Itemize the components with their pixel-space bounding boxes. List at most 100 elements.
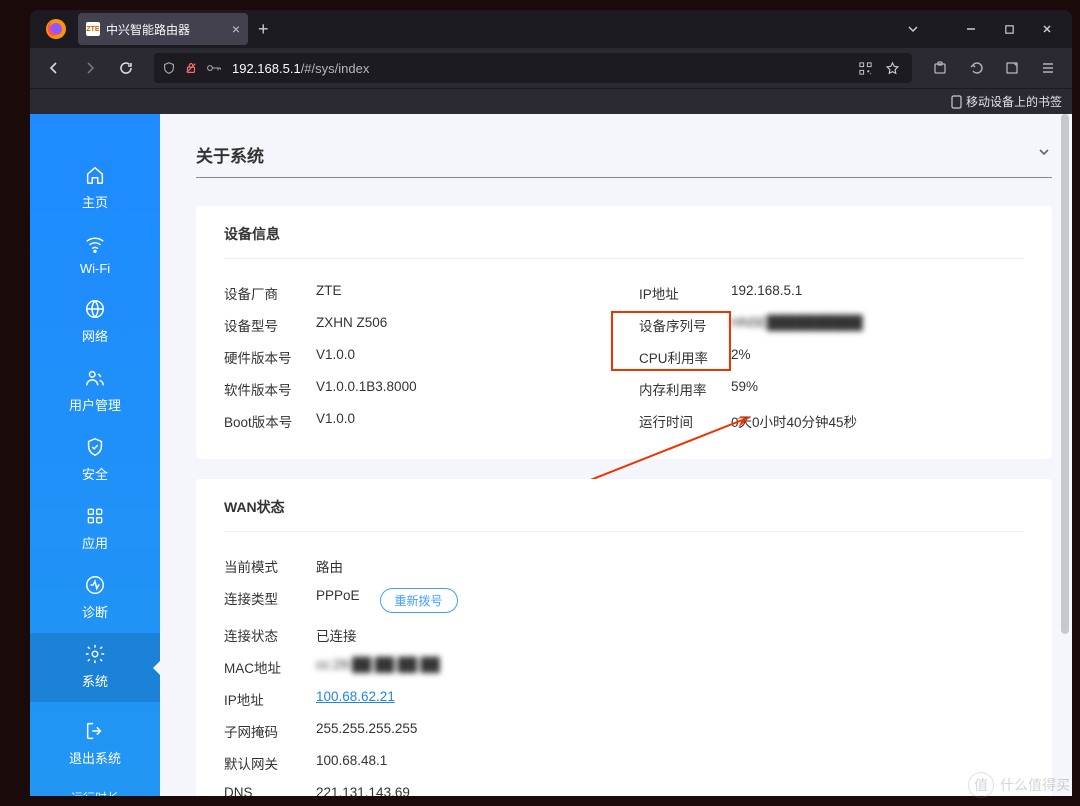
info-label: 设备序列号 [639, 315, 731, 335]
reload-button[interactable] [110, 52, 142, 84]
info-row: 当前模式路由 [224, 550, 1024, 582]
info-label: 连接类型 [224, 588, 316, 613]
bookmark-mobile[interactable]: 移动设备上的书签 [951, 93, 1062, 110]
info-row: Boot版本号V1.0.0 [224, 405, 609, 437]
info-row: 设备序列号HN5E██████████ [639, 309, 1024, 341]
bookmarks-bar: 移动设备上的书签 [30, 88, 1072, 114]
section-header[interactable]: 关于系统 [196, 142, 1052, 178]
undo-closed-tab-button[interactable] [960, 52, 992, 84]
window-close-button[interactable] [1028, 10, 1066, 48]
sidebar-item-diagnose[interactable]: 诊断 [30, 564, 160, 633]
extension-button[interactable] [924, 52, 956, 84]
info-label: 运行时间 [639, 411, 731, 431]
device-info-card: 设备信息 设备厂商ZTE设备型号ZXHN Z506硬件版本号V1.0.0软件版本… [196, 206, 1052, 459]
info-label: 当前模式 [224, 556, 316, 576]
info-value: HN5E██████████ [731, 315, 863, 335]
apps-icon [85, 505, 105, 527]
sidebar-item-users[interactable]: 用户管理 [30, 357, 160, 426]
info-row: CPU利用率2% [639, 341, 1024, 373]
window-minimize-button[interactable] [952, 10, 990, 48]
info-value: 路由 [316, 556, 343, 576]
nav-back-button[interactable] [38, 52, 70, 84]
info-row: 默认网关100.68.48.1 [224, 747, 1024, 779]
info-value: PPPoE [316, 588, 360, 613]
main-content: 关于系统 设备信息 设备厂商ZTE设备型号ZXHN Z506硬件版本号V1.0.… [160, 114, 1072, 796]
clip-button[interactable] [996, 52, 1028, 84]
info-value: 255.255.255.255 [316, 721, 417, 741]
url-bar[interactable]: 192.168.5.1/#/sys/index [154, 53, 912, 83]
tab-close-icon[interactable]: × [232, 21, 240, 37]
info-label: CPU利用率 [639, 347, 731, 367]
card-title: WAN状态 [224, 497, 1024, 532]
info-value: ZXHN Z506 [316, 315, 387, 335]
sidebar-item-home[interactable]: 主页 [30, 154, 160, 223]
key-icon[interactable] [206, 61, 222, 75]
info-row: 运行时间0天0小时40分钟45秒 [639, 405, 1024, 437]
globe-icon [84, 298, 106, 320]
toolbar: 192.168.5.1/#/sys/index [30, 48, 1072, 88]
sidebar-logout[interactable]: 退出系统 [30, 710, 160, 779]
info-row: 连接状态已连接 [224, 619, 1024, 651]
logout-icon [84, 720, 106, 742]
shield-icon[interactable] [162, 61, 176, 75]
scrollbar-thumb[interactable] [1061, 114, 1069, 634]
info-value: 192.168.5.1 [731, 283, 802, 303]
info-label: MAC地址 [224, 657, 316, 677]
info-label: DNS [224, 785, 316, 796]
lock-insecure-icon[interactable] [184, 61, 198, 75]
info-label: 硬件版本号 [224, 347, 316, 367]
redial-button[interactable]: 重新拨号 [380, 588, 458, 613]
info-row: 硬件版本号V1.0.0 [224, 341, 609, 373]
card-title: 设备信息 [224, 224, 1024, 259]
titlebar: ZTE 中兴智能路由器 × + [30, 10, 1072, 48]
window-maximize-button[interactable] [990, 10, 1028, 48]
sidebar-item-apps[interactable]: 应用 [30, 495, 160, 564]
qr-icon[interactable] [858, 61, 873, 76]
sidebar-item-wifi[interactable]: Wi-Fi [30, 223, 160, 288]
wan-status-card: WAN状态 当前模式路由连接类型PPPoE重新拨号连接状态已连接MAC地址cc:… [196, 479, 1052, 796]
info-label: 软件版本号 [224, 379, 316, 399]
nav-forward-button[interactable] [74, 52, 106, 84]
info-row: MAC地址cc:29:██:██:██:██ [224, 651, 1024, 683]
info-value: 0天0小时40分钟45秒 [731, 411, 857, 431]
info-label: 设备型号 [224, 315, 316, 335]
new-tab-button[interactable]: + [258, 19, 269, 40]
tabs-dropdown-icon[interactable] [894, 10, 932, 48]
info-row: 设备厂商ZTE [224, 277, 609, 309]
firefox-logo-icon [44, 17, 68, 41]
shield-check-icon [84, 436, 106, 458]
sidebar-item-system[interactable]: 系统 [30, 633, 160, 702]
diagnose-icon [84, 574, 106, 596]
info-label: IP地址 [639, 283, 731, 303]
info-row: IP地址192.168.5.1 [639, 277, 1024, 309]
browser-tab[interactable]: ZTE 中兴智能路由器 × [78, 13, 248, 45]
tab-favicon-icon: ZTE [86, 22, 100, 36]
info-label: 连接状态 [224, 625, 316, 645]
info-label: 子网掩码 [224, 721, 316, 741]
mobile-icon [951, 95, 962, 109]
sidebar-item-network[interactable]: 网络 [30, 288, 160, 357]
info-value: 已连接 [316, 625, 357, 645]
page-body: 主页 Wi-Fi 网络 用户管理 安全 应用 [30, 114, 1072, 796]
app-menu-button[interactable] [1032, 52, 1064, 84]
wifi-icon [84, 233, 106, 255]
info-row: 连接类型PPPoE 重新拨号 [224, 582, 1024, 619]
info-row: IP地址100.68.62.21 [224, 683, 1024, 715]
info-row: 设备型号ZXHN Z506 [224, 309, 609, 341]
info-row: 软件版本号V1.0.0.1B3.8000 [224, 373, 609, 405]
watermark-icon: 值 [968, 772, 994, 798]
info-value: ZTE [316, 283, 342, 303]
scrollbar[interactable] [1060, 114, 1070, 796]
info-value: 2% [731, 347, 751, 367]
users-icon [84, 367, 106, 389]
watermark: 值 什么值得买 [968, 772, 1070, 798]
info-value[interactable]: 100.68.62.21 [316, 689, 395, 709]
chevron-down-icon[interactable] [1036, 144, 1052, 165]
info-value: cc:29:██:██:██:██ [316, 657, 440, 677]
gear-icon [84, 643, 106, 665]
sidebar-item-security[interactable]: 安全 [30, 426, 160, 495]
bookmark-star-icon[interactable] [885, 61, 900, 76]
info-value: 221.131.143.69 [316, 785, 410, 796]
info-row: 内存利用率59% [639, 373, 1024, 405]
info-label: 设备厂商 [224, 283, 316, 303]
